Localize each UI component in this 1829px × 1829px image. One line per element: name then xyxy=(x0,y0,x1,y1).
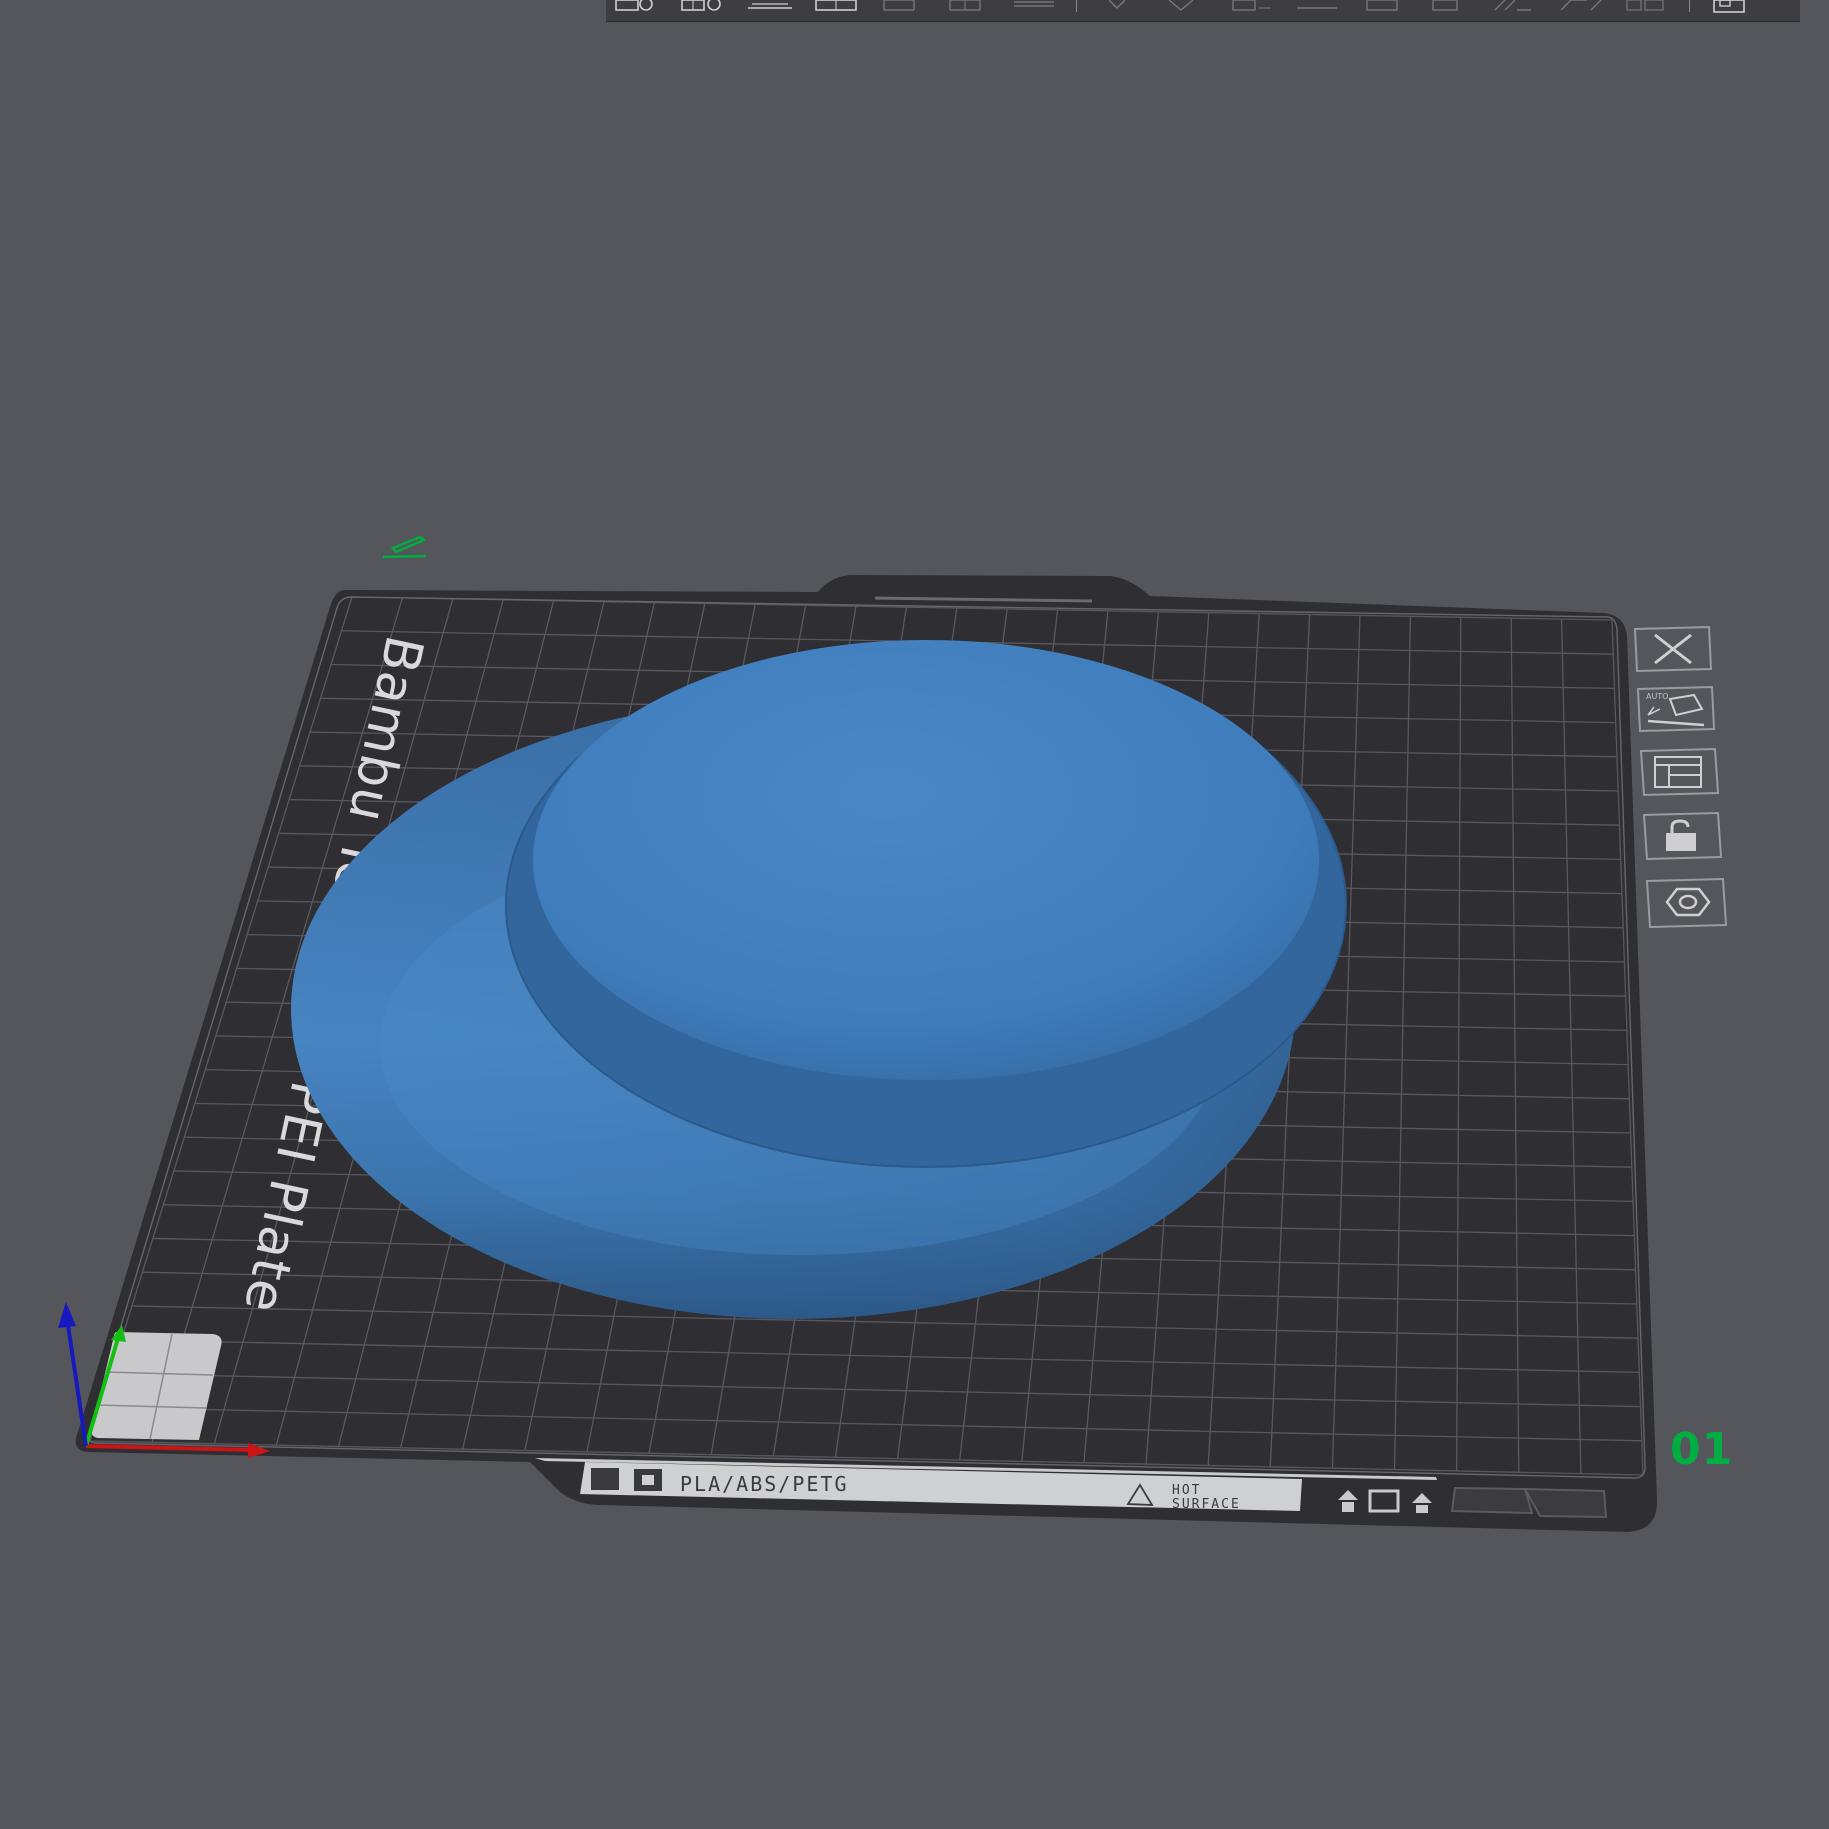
3d-viewport[interactable]: PLA/ABS/PETG HOT SURFACE Bambu Textured … xyxy=(0,0,1829,1829)
auto-orient-plate-icon[interactable]: AUTO xyxy=(1636,685,1716,733)
plate-tool-column: AUTO xyxy=(1630,625,1730,945)
arrange-plate-icon[interactable] xyxy=(1639,747,1720,797)
plate-front-marker-icon xyxy=(382,535,427,559)
lock-plate-icon[interactable] xyxy=(1642,811,1723,861)
auto-label: AUTO xyxy=(1646,692,1669,701)
plate-settings-icon[interactable] xyxy=(1645,877,1728,929)
plate-index-label: 01 xyxy=(1670,1424,1734,1475)
close-plate-icon[interactable] xyxy=(1633,625,1713,673)
hot-label: HOT xyxy=(1172,1483,1201,1498)
z-axis-arrow-icon xyxy=(58,1302,76,1328)
build-plate-scene[interactable]: PLA/ABS/PETG HOT SURFACE Bambu Textured … xyxy=(0,0,1829,1829)
surface-label: SURFACE xyxy=(1172,1497,1241,1512)
material-label: PLA/ABS/PETG xyxy=(680,1472,849,1496)
origin-marker xyxy=(91,1332,222,1440)
z-axis xyxy=(66,1324,88,1447)
